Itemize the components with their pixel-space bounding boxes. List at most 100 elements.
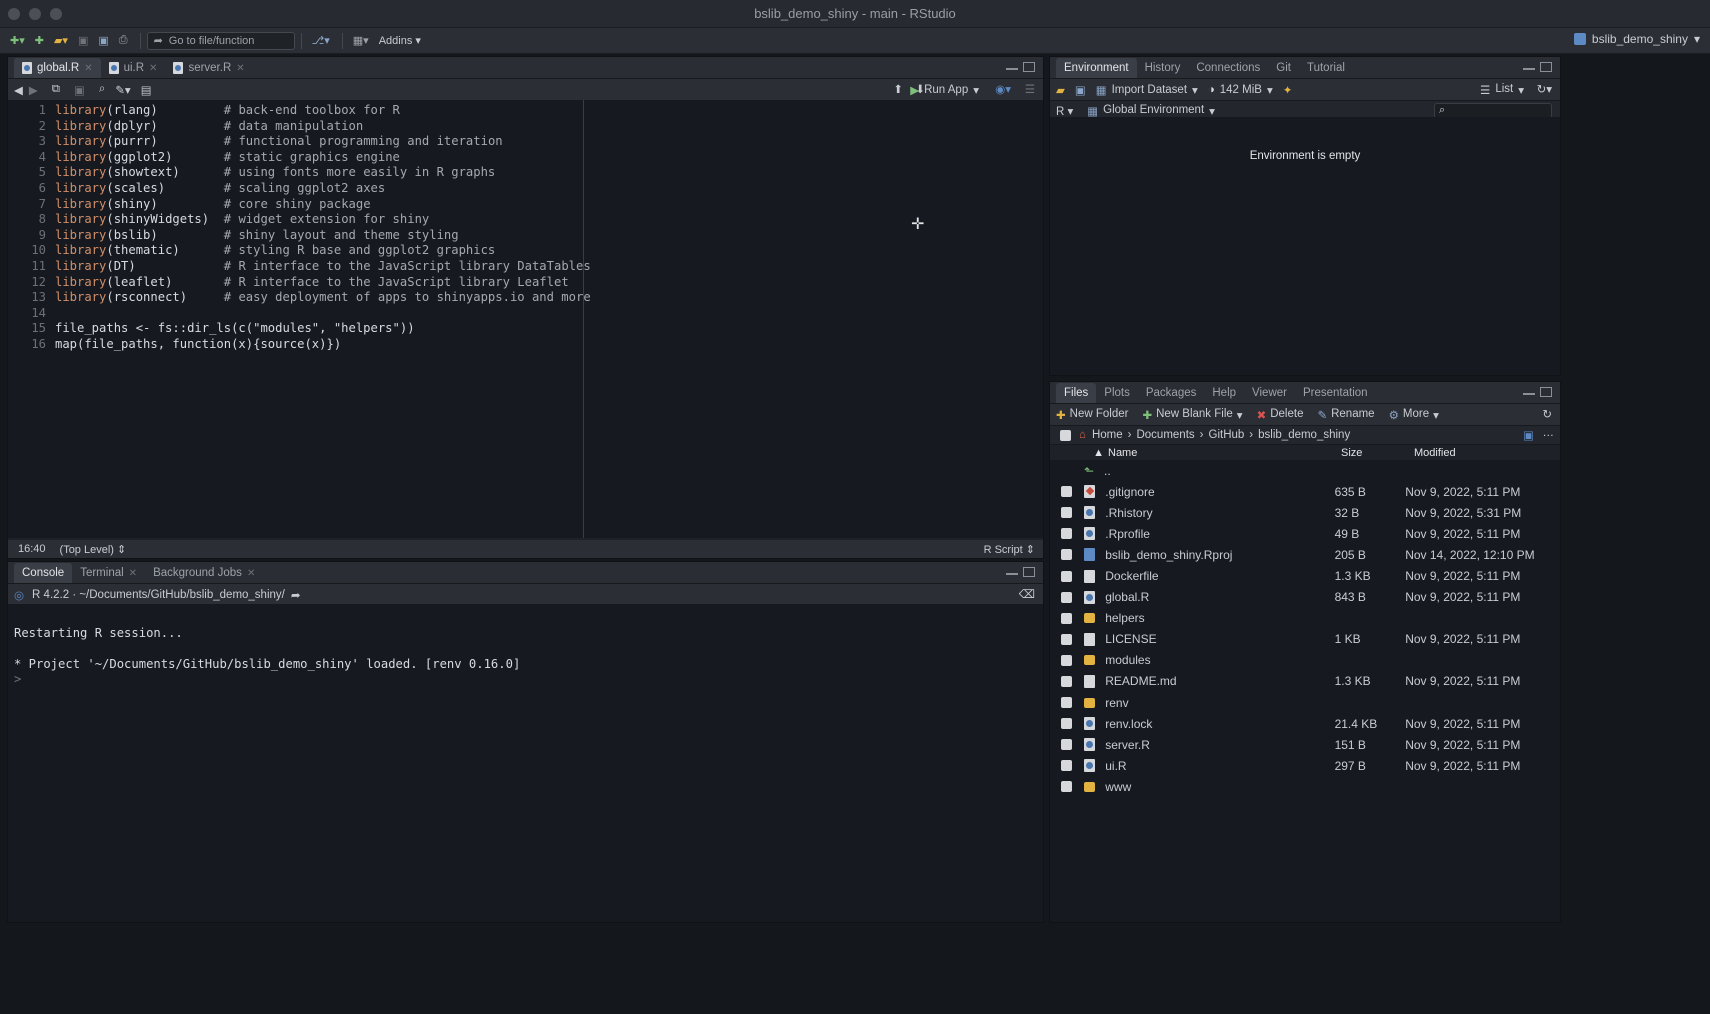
new-file-icon[interactable]: ✚▾ [6, 31, 29, 51]
file-row[interactable]: global.R 843 B Nov 9, 2022, 5:11 PM [1050, 587, 1560, 608]
tab-presentation[interactable]: Presentation [1295, 383, 1376, 403]
close-tab-icon[interactable]: ✕ [84, 63, 92, 74]
file-row[interactable]: README.md 1.3 KB Nov 9, 2022, 5:11 PM [1050, 671, 1560, 692]
maximize-pane-icon[interactable] [1023, 62, 1035, 72]
go-to-project-icon[interactable]: ▣ [1523, 428, 1534, 442]
tab-environment[interactable]: Environment [1056, 58, 1137, 78]
file-name[interactable]: renv.lock [1105, 717, 1334, 731]
file-row[interactable]: www [1050, 776, 1560, 797]
rename-button[interactable]: ✎ Rename [1317, 408, 1374, 422]
save-icon[interactable]: ▣ [74, 83, 85, 97]
maximize-pane-icon[interactable] [1540, 62, 1552, 72]
new-blank-file-button[interactable]: ✚ New Blank File ▾ [1142, 408, 1242, 422]
tab-packages[interactable]: Packages [1138, 383, 1205, 403]
save-all-icon[interactable]: ▣ [94, 31, 112, 51]
minimize-pane-icon[interactable] [1523, 387, 1535, 395]
zoom-window-button[interactable] [50, 8, 62, 20]
show-in-window-icon[interactable]: ⧉ [52, 83, 60, 96]
row-checkbox[interactable] [1061, 654, 1072, 666]
go-to-directory-icon[interactable]: ➦ [291, 588, 301, 602]
file-row[interactable]: LICENSE 1 KB Nov 9, 2022, 5:11 PM [1050, 629, 1560, 650]
column-size[interactable]: Size [1341, 447, 1414, 459]
tab-files[interactable]: Files [1056, 383, 1097, 403]
maximize-pane-icon[interactable] [1540, 387, 1552, 397]
file-row[interactable]: bslib_demo_shiny.Rproj 205 B Nov 14, 2022,… [1050, 544, 1560, 565]
close-tab-icon[interactable]: ✕ [236, 63, 244, 74]
code-editor[interactable]: 1 2 3 4 5 6 7 8 9 10 11 12 13 14 15 16 library(rlang) #… [8, 100, 1043, 538]
window-controls[interactable] [8, 8, 62, 20]
file-name[interactable]: .gitignore [1105, 485, 1334, 499]
breadcrumb-home[interactable]: Home [1092, 429, 1123, 441]
minimize-window-button[interactable] [29, 8, 41, 20]
file-name[interactable]: .Rprofile [1105, 527, 1334, 541]
tab-ui-r[interactable]: ui.R ✕ [101, 58, 166, 78]
tab-connections[interactable]: Connections [1188, 58, 1268, 78]
file-row[interactable]: renv.lock 21.4 KB Nov 9, 2022, 5:11 PM [1050, 713, 1560, 734]
find-icon[interactable]: ⌕ [99, 83, 105, 96]
tab-tutorial[interactable]: Tutorial [1299, 58, 1353, 78]
refresh-icon[interactable]: ↻▾ [1537, 82, 1552, 96]
tab-server-r[interactable]: server.R ✕ [165, 58, 252, 78]
file-row[interactable]: .gitignore 635 B Nov 9, 2022, 5:11 PM [1050, 481, 1560, 502]
row-checkbox[interactable] [1061, 697, 1072, 709]
file-row[interactable]: helpers [1050, 608, 1560, 629]
save-workspace-icon[interactable]: ▣ [1075, 83, 1086, 97]
delete-button[interactable]: ✖ Delete [1257, 408, 1304, 422]
row-checkbox[interactable] [1061, 760, 1072, 772]
tab-global-r[interactable]: global.R ✕ [14, 58, 101, 78]
code-lines[interactable]: library(rlang) # back-end toolbox for Rl… [55, 103, 591, 353]
code-tools-icon[interactable]: ✎▾ [115, 83, 130, 97]
file-name[interactable]: server.R [1105, 738, 1334, 752]
clear-console-icon[interactable]: ⌫ [1019, 587, 1035, 601]
publish-icon[interactable]: ◉▾ [995, 82, 1011, 96]
file-row[interactable]: server.R 151 B Nov 9, 2022, 5:11 PM [1050, 734, 1560, 755]
file-name[interactable]: .Rhistory [1105, 506, 1334, 520]
maximize-pane-icon[interactable] [1023, 567, 1035, 577]
environment-scope-selector[interactable]: ▦ Global Environment ▾ [1087, 104, 1215, 118]
pane-layout-icon[interactable]: ▦▾ [349, 31, 373, 51]
language-selector[interactable]: R ▾ [1056, 104, 1073, 118]
outline-icon[interactable]: ☰ [1025, 82, 1035, 96]
file-name[interactable]: renv [1105, 696, 1334, 710]
file-name[interactable]: www [1105, 780, 1334, 794]
file-row[interactable]: ui.R 297 B Nov 9, 2022, 5:11 PM [1050, 755, 1560, 776]
file-name[interactable]: bslib_demo_shiny.Rproj [1105, 548, 1334, 562]
close-window-button[interactable] [8, 8, 20, 20]
addins-menu[interactable]: Addins ▾ [375, 31, 425, 51]
file-name[interactable]: ui.R [1105, 759, 1334, 773]
tab-viewer[interactable]: Viewer [1244, 383, 1295, 403]
row-checkbox[interactable] [1061, 570, 1072, 582]
scope-selector[interactable]: (Top Level) ⇕ [60, 543, 127, 556]
load-workspace-icon[interactable]: ▰ [1056, 83, 1065, 97]
file-row[interactable]: renv [1050, 692, 1560, 713]
compile-report-icon[interactable]: ▤ [141, 83, 152, 97]
run-app-button[interactable]: ▶ Run App ▾ [910, 83, 979, 97]
file-name[interactable]: README.md [1105, 674, 1334, 688]
row-checkbox[interactable] [1061, 612, 1072, 624]
forward-icon[interactable]: ▶ [29, 83, 38, 97]
row-checkbox[interactable] [1061, 781, 1072, 793]
close-tab-icon[interactable]: ✕ [129, 568, 137, 579]
tab-git[interactable]: Git [1268, 58, 1299, 78]
file-name[interactable]: Dockerfile [1105, 569, 1334, 583]
tab-help[interactable]: Help [1204, 383, 1244, 403]
go-up-icon[interactable]: ⬆ [893, 82, 903, 96]
project-menu[interactable]: bslib_demo_shiny ▾ [1573, 32, 1700, 46]
tab-terminal[interactable]: Terminal ✕ [72, 563, 145, 583]
print-icon[interactable]: ⎙ [115, 31, 132, 51]
refresh-icon[interactable]: ↻ [1542, 407, 1552, 421]
memory-usage-button[interactable]: ◑ 142 MiB ▾ [1208, 83, 1273, 97]
file-name[interactable]: LICENSE [1105, 632, 1334, 646]
file-type-selector[interactable]: R Script ⇕ [984, 543, 1035, 556]
row-checkbox[interactable] [1061, 633, 1072, 645]
row-checkbox[interactable] [1061, 507, 1072, 519]
more-options-icon[interactable]: … [1543, 427, 1555, 439]
save-icon[interactable]: ▣ [74, 31, 92, 51]
row-checkbox[interactable] [1061, 528, 1072, 540]
file-row[interactable]: .Rprofile 49 B Nov 9, 2022, 5:11 PM [1050, 523, 1560, 544]
row-checkbox[interactable] [1061, 549, 1072, 561]
more-button[interactable]: ⚙ More ▾ [1389, 408, 1439, 422]
home-icon[interactable]: ⌂ [1079, 429, 1086, 441]
row-checkbox[interactable] [1061, 486, 1072, 498]
column-name[interactable]: Name [1108, 447, 1341, 459]
